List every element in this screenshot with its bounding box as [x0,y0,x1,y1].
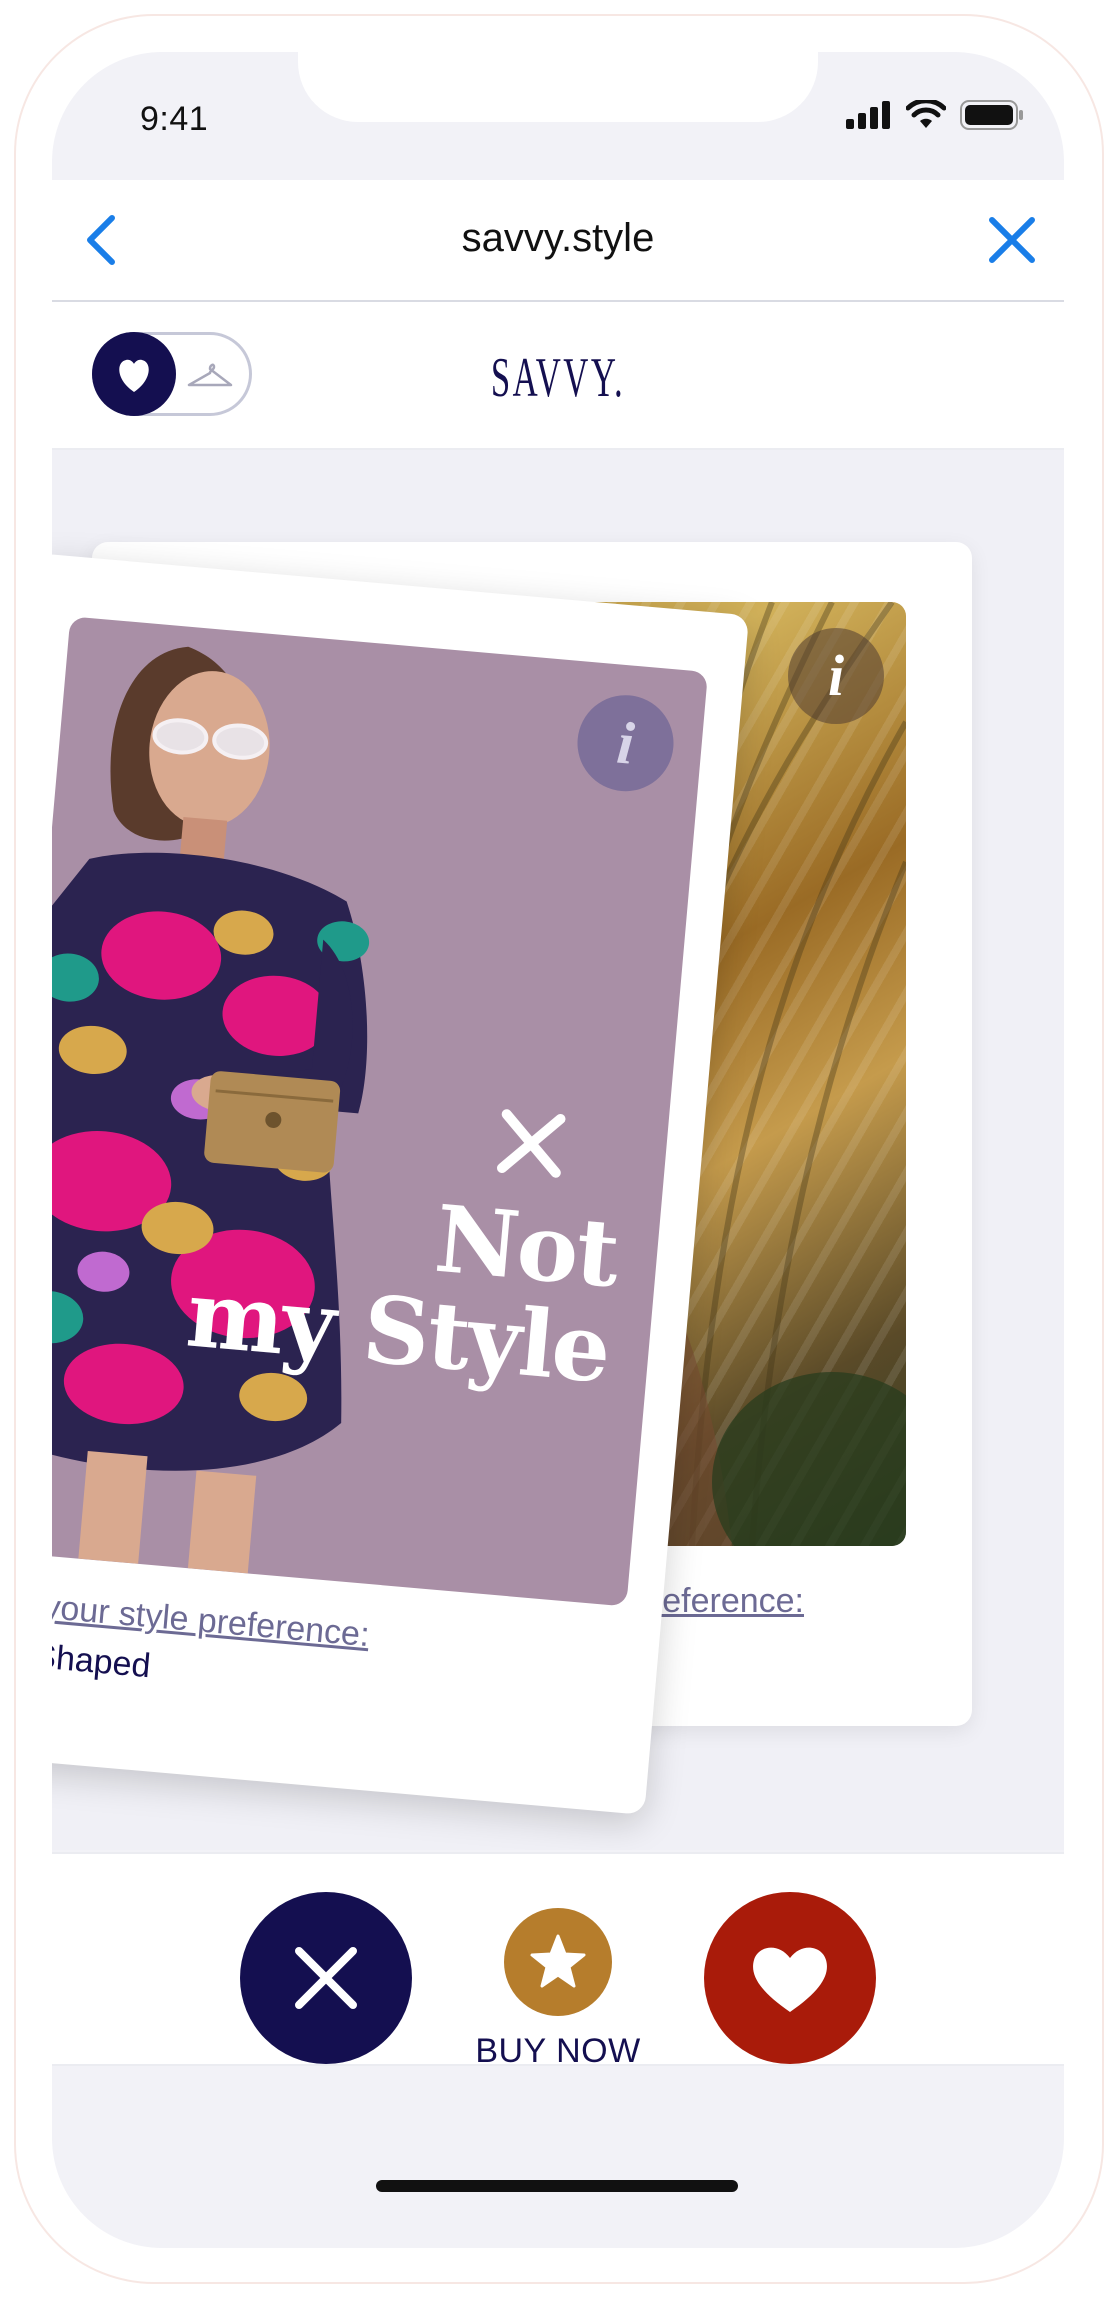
close-icon[interactable] [982,210,1042,270]
info-button[interactable]: i [788,628,884,724]
close-icon [497,1109,566,1178]
buy-now-label[interactable]: BUY NOW [458,2032,658,2071]
browser-bar: savvy.style [52,180,1064,302]
front-card-caption-value: lass Shaped [52,1631,153,1686]
home-indicator[interactable] [376,2180,738,2192]
brand-logo: SAVVY. [490,347,626,409]
buy-now-button[interactable] [504,1908,612,2016]
phone-screen: 9:41 savvy.style SAVVY. i preference: i … [52,52,1064,2248]
status-icons [846,100,1024,130]
status-time: 9:41 [140,100,209,138]
cellular-signal-icon [846,101,890,129]
toggle-knob [92,332,176,416]
wifi-icon [906,100,946,128]
view-toggle[interactable] [92,332,252,416]
hanger-icon [187,363,233,387]
browser-url-title: savvy.style [461,216,655,260]
front-card[interactable]: i Not my Style d on your style preferenc… [52,553,750,1815]
not-my-style-stamp: Not my Style [183,1170,622,1404]
model-photo: i Not my Style [52,616,709,1607]
close-icon [295,1947,357,2009]
action-bar: BUY NOW [52,1852,1064,2070]
star-icon [530,1934,586,1988]
reject-button[interactable] [240,1892,412,2064]
card-stack: i preference: i Not my Style your style … [52,450,1064,1850]
like-button[interactable] [704,1892,876,2064]
notch [298,52,818,122]
app-header: SAVVY. [52,302,1064,450]
heart-icon [119,359,149,392]
heart-icon [753,1947,827,2012]
battery-icon [960,100,1023,130]
